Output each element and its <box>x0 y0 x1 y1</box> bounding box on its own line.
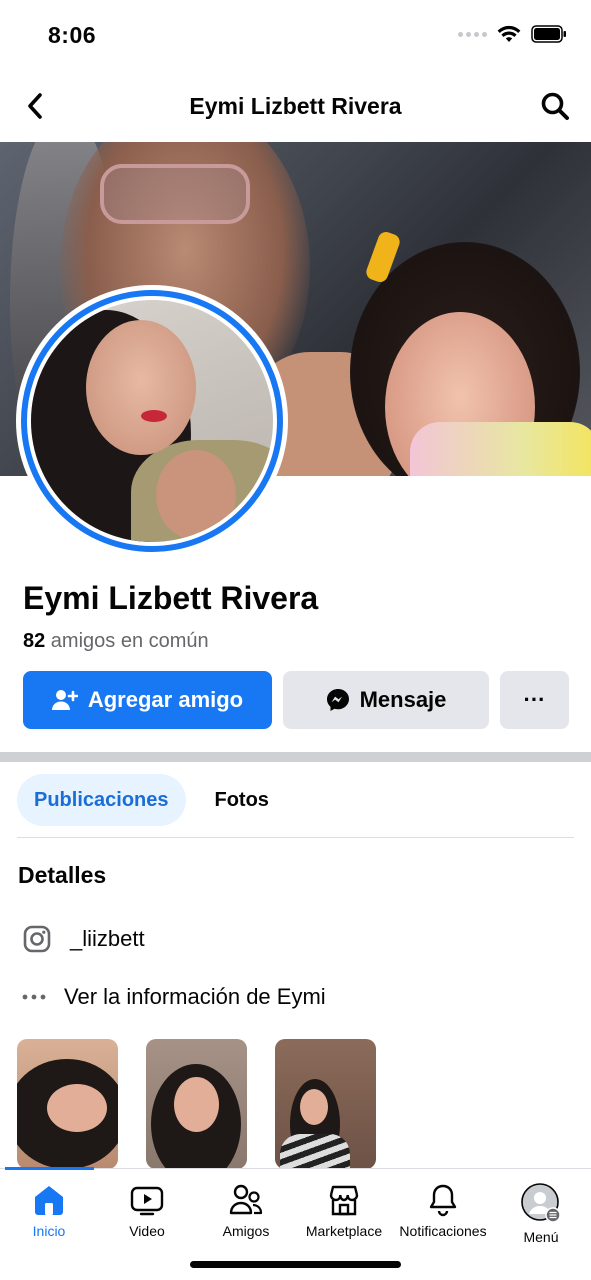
bell-icon <box>429 1184 457 1217</box>
search-button[interactable] <box>537 88 573 124</box>
mutual-friends-count: 82 <box>23 630 46 652</box>
nav-amigos[interactable]: Amigos <box>197 1183 295 1239</box>
nav-label: Inicio <box>32 1223 66 1239</box>
message-label: Mensaje <box>359 687 447 712</box>
messenger-icon <box>326 689 349 711</box>
nav-label: Amigos <box>222 1223 270 1239</box>
home-indicator <box>190 1261 401 1268</box>
more-options-icon: ··· <box>523 687 546 712</box>
friends-icon <box>229 1184 263 1215</box>
profile-header: Eymi Lizbett Rivera <box>0 70 591 142</box>
tab-publicaciones[interactable]: Publicaciones <box>17 774 186 826</box>
featured-photo[interactable] <box>275 1039 376 1169</box>
see-info-link[interactable]: Ver la información de Eymi <box>22 982 326 1012</box>
instagram-handle: _liizbett <box>70 926 145 951</box>
section-divider <box>0 752 591 762</box>
see-info-label: Ver la información de Eymi <box>64 984 326 1009</box>
instagram-link[interactable]: _liizbett <box>22 924 145 954</box>
nav-label: Video <box>129 1223 165 1239</box>
nav-marketplace[interactable]: Marketplace <box>295 1183 393 1239</box>
details-title: Detalles <box>18 862 107 888</box>
header-title: Eymi Lizbett Rivera <box>189 92 402 119</box>
tab-fotos[interactable]: Fotos <box>198 774 286 826</box>
add-friend-button[interactable]: Agregar amigo <box>23 671 272 729</box>
nav-menu[interactable]: Menú <box>492 1183 590 1245</box>
chevron-left-icon <box>28 93 42 119</box>
more-options-button[interactable]: ··· <box>500 671 569 729</box>
nav-label: Menú <box>523 1229 559 1245</box>
more-dots-icon <box>22 994 46 1000</box>
featured-photo[interactable] <box>146 1039 247 1169</box>
marketplace-icon <box>329 1185 359 1216</box>
nav-inicio[interactable]: Inicio <box>0 1183 98 1239</box>
home-icon <box>35 1186 63 1215</box>
profile-picture <box>31 300 273 542</box>
search-icon <box>541 92 569 120</box>
nav-label: Marketplace <box>305 1223 383 1239</box>
avatar-menu-icon <box>521 1183 561 1223</box>
mutual-friends[interactable]: 82 amigos en común <box>23 630 209 653</box>
profile-tabs: Publicaciones Fotos <box>17 774 286 826</box>
video-icon <box>130 1186 164 1216</box>
instagram-icon <box>23 925 51 953</box>
wifi-icon <box>497 25 521 42</box>
back-button[interactable] <box>20 90 50 122</box>
nav-label: Notificaciones <box>399 1223 487 1239</box>
battery-icon <box>531 25 566 43</box>
profile-avatar[interactable] <box>16 285 288 557</box>
story-ring <box>21 290 283 552</box>
message-button[interactable]: Mensaje <box>283 671 489 729</box>
status-time: 8:06 <box>48 22 97 48</box>
cellular-signal-icon <box>458 31 487 37</box>
add-friend-icon <box>51 690 78 710</box>
status-icons <box>458 25 567 43</box>
tabs-divider <box>17 837 574 838</box>
status-bar: 8:06 <box>0 0 591 70</box>
featured-photo[interactable] <box>17 1039 118 1169</box>
active-tab-indicator <box>5 1167 94 1170</box>
featured-photos <box>17 1039 376 1169</box>
nav-notificaciones[interactable]: Notificaciones <box>394 1183 492 1239</box>
mutual-friends-label: amigos en común <box>45 630 209 652</box>
nav-video[interactable]: Video <box>98 1183 196 1239</box>
profile-name: Eymi Lizbett Rivera <box>23 580 319 616</box>
add-friend-label: Agregar amigo <box>87 687 244 712</box>
